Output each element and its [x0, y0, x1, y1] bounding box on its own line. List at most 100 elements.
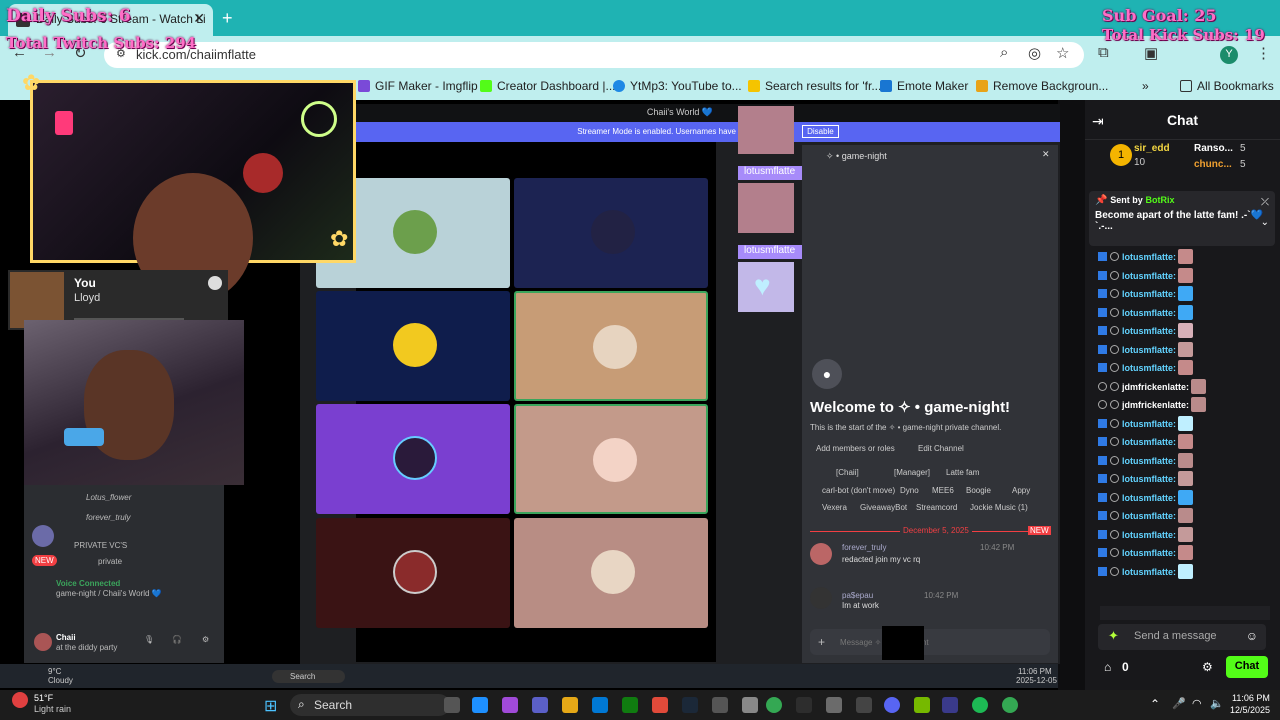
chat-message[interactable]: lotusmflatte:: [1098, 489, 1193, 508]
xbox-icon[interactable]: [622, 697, 638, 713]
chat-username[interactable]: lotusmflatte:: [1122, 474, 1176, 484]
disable-button[interactable]: Disable: [802, 125, 839, 138]
app-icon[interactable]: [942, 697, 958, 713]
edit-channel-button[interactable]: Edit Channel: [918, 444, 964, 453]
chat-message[interactable]: lotusmflatte:: [1098, 508, 1193, 526]
copilot-icon[interactable]: [502, 697, 518, 713]
settings-app-icon[interactable]: [742, 697, 758, 713]
pinned-message[interactable]: 📌 Sent by BotRix Become apart of the lat…: [1089, 191, 1275, 246]
chat-message[interactable]: jdmfrickenlatte:: [1098, 397, 1207, 415]
chat-message[interactable]: lotusmflatte:: [1098, 304, 1193, 323]
chat-message[interactable]: lotusmflatte:: [1098, 286, 1193, 304]
start-button[interactable]: ⊞: [264, 696, 277, 716]
mail-icon[interactable]: [592, 697, 608, 713]
chat-username[interactable]: lotusmflatte:: [1122, 530, 1176, 540]
media-icon[interactable]: ▣: [1144, 44, 1158, 62]
chat-username[interactable]: lotusmflatte:: [1122, 289, 1176, 299]
emote-bar[interactable]: [1100, 606, 1270, 620]
more-bookmarks-icon[interactable]: »: [1142, 79, 1149, 93]
terminal-icon[interactable]: [796, 697, 812, 713]
chevron-down-icon[interactable]: ⌄: [1261, 217, 1269, 228]
bookmark-item[interactable]: YtMp3: YouTube to...: [613, 79, 742, 93]
office-icon[interactable]: [652, 697, 668, 713]
avatar[interactable]: [34, 633, 52, 651]
chat-username[interactable]: lotusmflatte:: [1122, 308, 1176, 318]
task-view-icon[interactable]: [444, 697, 460, 713]
chrome-icon[interactable]: [766, 697, 782, 713]
weather-icon[interactable]: [12, 692, 28, 708]
close-tab-icon[interactable]: ✕: [193, 10, 205, 27]
wifi-icon[interactable]: ◠: [1192, 697, 1202, 710]
teams-icon[interactable]: [532, 697, 548, 713]
chat-username[interactable]: lotusmflatte:: [1122, 548, 1176, 558]
chat-message[interactable]: lotusmflatte:: [1098, 360, 1193, 378]
taskbar-search[interactable]: ⌕ Search: [290, 694, 450, 716]
headphones-icon[interactable]: 🎧: [172, 635, 182, 644]
bookmark-item[interactable]: GIF Maker - Imgflip: [358, 79, 478, 93]
emoji-icon[interactable]: ☺: [1246, 629, 1258, 643]
unpin-icon[interactable]: ⤫: [1261, 197, 1269, 208]
address-bar[interactable]: ⚙ kick.com/chaiimflatte: [104, 42, 1084, 68]
chat-input[interactable]: ✦ Send a message ☺: [1098, 624, 1266, 650]
bookmark-item[interactable]: Remove Backgroun...: [976, 79, 1108, 93]
extensions-icon[interactable]: ⧉: [1098, 44, 1109, 61]
mic-tray-icon[interactable]: 🎤: [1172, 697, 1186, 710]
chat-username[interactable]: lotusmflatte:: [1122, 567, 1176, 577]
profile-avatar[interactable]: Y: [1220, 46, 1238, 64]
send-chat-button[interactable]: Chat: [1226, 656, 1268, 678]
chrome-alt-icon[interactable]: [1002, 697, 1018, 713]
chat-username[interactable]: lotusmflatte:: [1122, 326, 1176, 336]
bookmark-item[interactable]: Emote Maker: [880, 79, 968, 93]
volume-icon[interactable]: 🔈: [1210, 697, 1224, 710]
message-input[interactable]: + Message ✧ • game-night: [810, 626, 1050, 660]
chat-message[interactable]: lotusmflatte:: [1098, 563, 1193, 582]
discord-icon[interactable]: [884, 697, 900, 713]
category-header[interactable]: PRIVATE VC'S: [74, 541, 127, 550]
stage-thumbnail[interactable]: [738, 183, 794, 233]
menu-icon[interactable]: ⋮: [1256, 44, 1271, 62]
chat-message[interactable]: lotusmflatte:: [1098, 341, 1193, 360]
chat-message[interactable]: lotusmflatte:: [1098, 323, 1193, 341]
chat-message[interactable]: lotusmflatte:: [1098, 249, 1193, 267]
voice-tile[interactable]: [316, 404, 510, 514]
chat-username[interactable]: jdmfrickenlatte:: [1122, 382, 1189, 392]
store-icon[interactable]: [712, 697, 728, 713]
obs-icon[interactable]: [826, 697, 842, 713]
tray-chevron-icon[interactable]: ⌃: [1150, 697, 1160, 711]
chat-username[interactable]: lotusmflatte:: [1122, 437, 1176, 447]
chat-username[interactable]: lotusmflatte:: [1122, 493, 1176, 503]
chat-username[interactable]: lotusmflatte:: [1122, 419, 1176, 429]
steam-icon[interactable]: [682, 697, 698, 713]
voice-tile[interactable]: [514, 518, 708, 628]
add-attachment-icon[interactable]: +: [818, 635, 825, 649]
bookmark-item[interactable]: Creator Dashboard |...: [480, 79, 616, 93]
chat-settings-icon[interactable]: ⚙: [1202, 660, 1213, 674]
points-icon[interactable]: ⌂: [1104, 660, 1111, 674]
edge-icon[interactable]: [472, 697, 488, 713]
chat-message[interactable]: lotusmflatte:: [1098, 545, 1193, 563]
chat-message[interactable]: jdmfrickenlatte:: [1098, 378, 1207, 397]
voice-tile[interactable]: [316, 291, 510, 401]
server-icon[interactable]: [32, 525, 54, 547]
eye-off-icon[interactable]: ◎: [1028, 44, 1041, 62]
all-bookmarks-folder[interactable]: All Bookmarks: [1180, 79, 1274, 93]
chat-username[interactable]: lotusmflatte:: [1122, 511, 1176, 521]
chat-message[interactable]: lotusmflatte:: [1098, 471, 1193, 489]
new-tab-button[interactable]: +: [222, 8, 233, 29]
bookmark-item[interactable]: Search results for 'fr...: [748, 79, 881, 93]
spotify-icon[interactable]: [972, 697, 988, 713]
collapse-chat-icon[interactable]: ⇥: [1092, 113, 1104, 130]
chat-username[interactable]: lotusmflatte:: [1122, 363, 1176, 373]
bookmark-star-icon[interactable]: ☆: [1056, 44, 1069, 62]
mic-icon[interactable]: 🎙: [144, 635, 154, 644]
chat-message[interactable]: lotusmflatte:: [1098, 526, 1193, 545]
chat-username[interactable]: jdmfrickenlatte:: [1122, 400, 1189, 410]
voice-tile[interactable]: [514, 178, 708, 288]
stage-thumbnail[interactable]: ♥: [738, 262, 794, 312]
voice-tile[interactable]: [514, 404, 708, 514]
zoom-icon[interactable]: ⌕: [1000, 44, 1008, 61]
explorer-icon[interactable]: [562, 697, 578, 713]
voice-tile[interactable]: [514, 291, 708, 401]
stage-thumbnail[interactable]: [738, 106, 794, 154]
add-members-button[interactable]: Add members or roles: [816, 444, 895, 453]
